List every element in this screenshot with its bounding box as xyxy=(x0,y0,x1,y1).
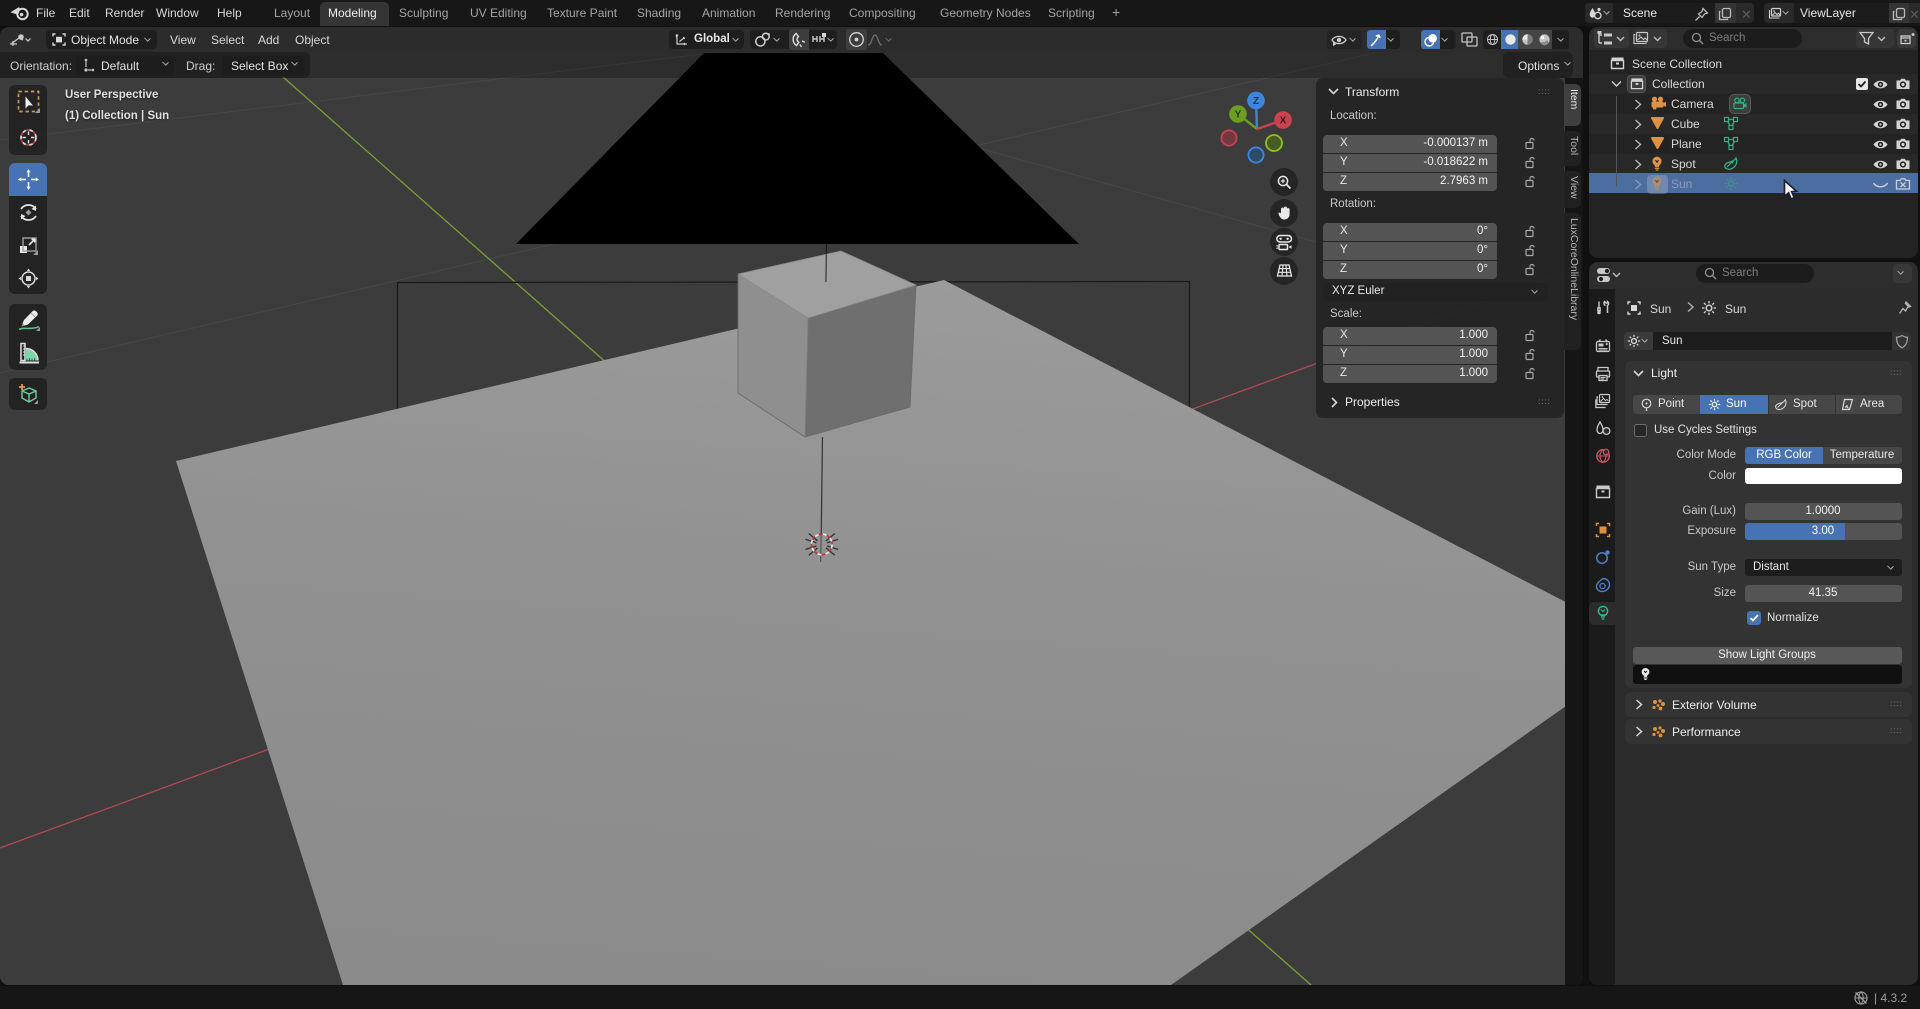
svg-text:X: X xyxy=(1280,116,1287,127)
svg-text:Y: Y xyxy=(1235,110,1242,121)
svg-text:Z: Z xyxy=(1253,96,1259,107)
